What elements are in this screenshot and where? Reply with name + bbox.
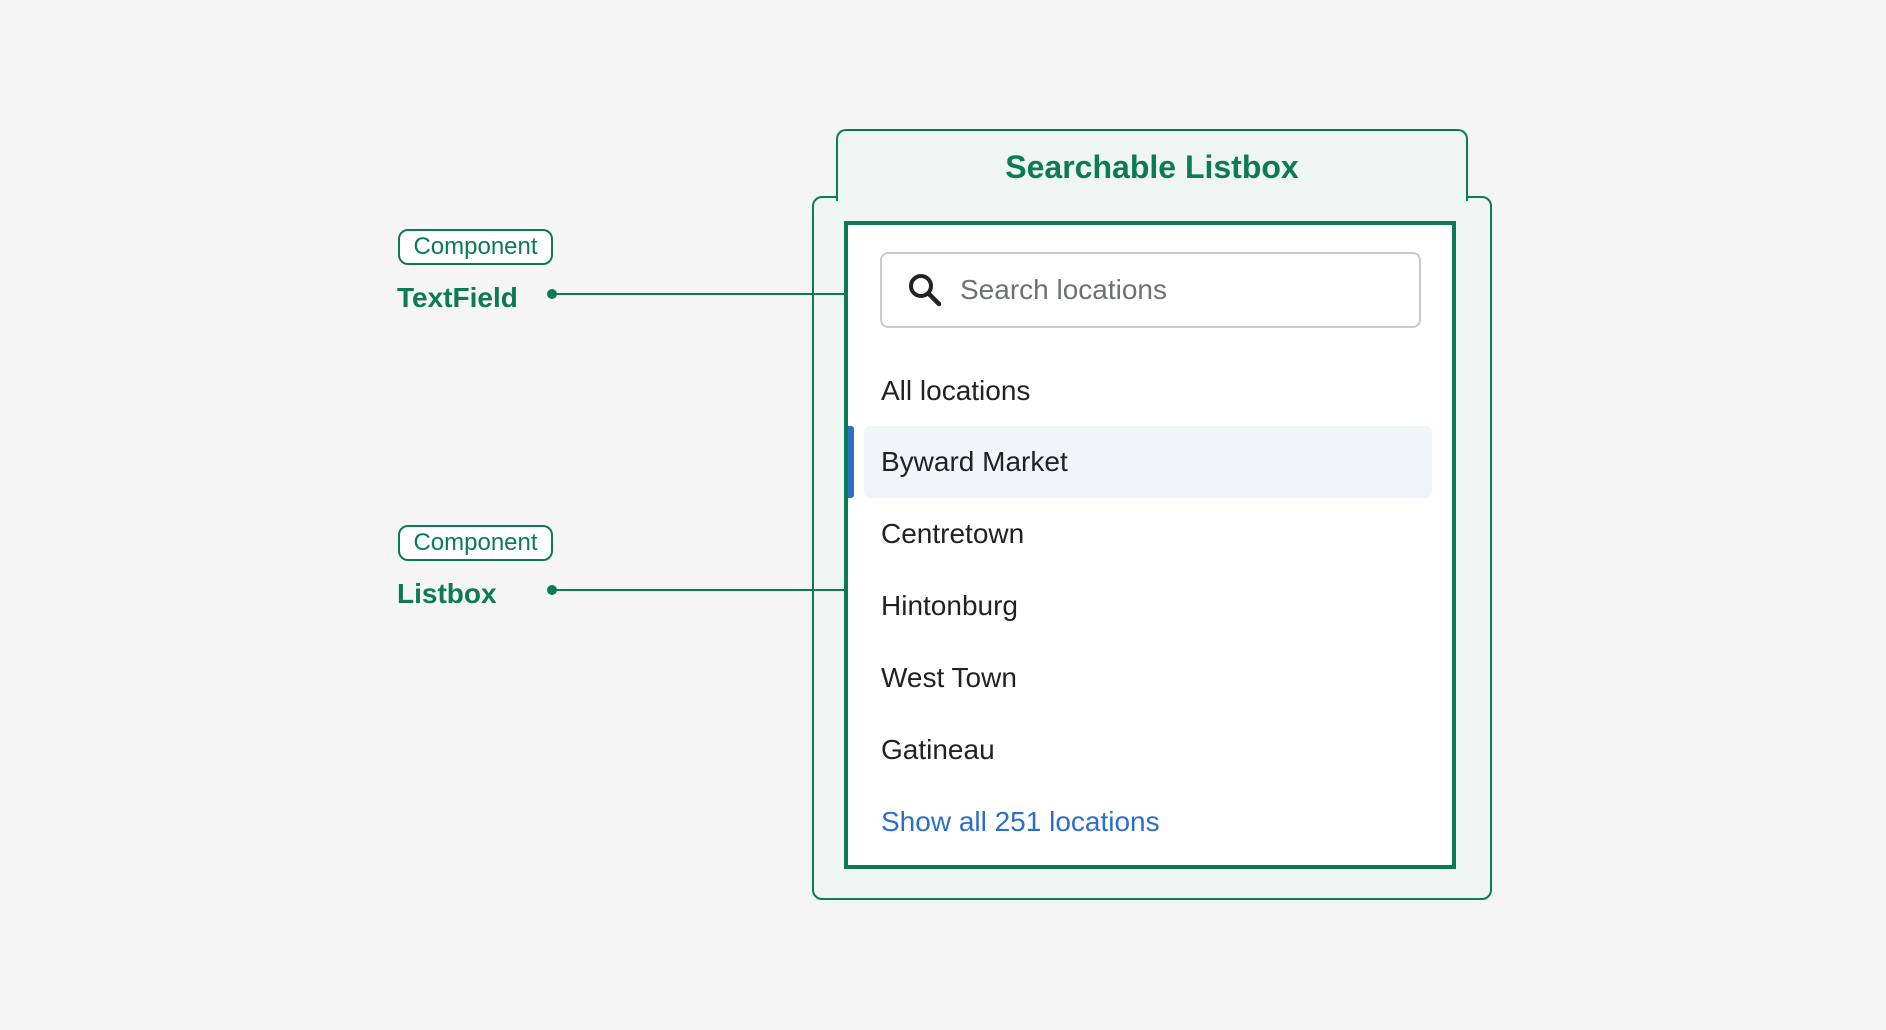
listbox-option-byward-market[interactable]: Byward Market <box>864 426 1432 498</box>
show-all-locations-link[interactable]: Show all 251 locations <box>881 805 1160 839</box>
listbox-option-west-town[interactable]: West Town <box>864 642 1432 714</box>
listbox-option-centretown[interactable]: Centretown <box>864 498 1432 570</box>
option-label: Byward Market <box>881 446 1068 477</box>
searchable-listbox-tab: Searchable Listbox <box>836 129 1468 201</box>
search-input[interactable]: Search locations <box>880 252 1421 328</box>
selected-option-indicator <box>848 426 854 498</box>
search-placeholder: Search locations <box>960 274 1168 305</box>
option-label: All locations <box>881 375 1031 406</box>
annotation-label-textfield: TextField <box>397 282 518 313</box>
listbox-option-all-locations[interactable]: All locations <box>864 355 1432 427</box>
diagram-canvas: Component TextField Component Listbox Se… <box>0 0 1886 1030</box>
connector-textfield <box>547 289 846 299</box>
component-badge-listbox: Component <box>398 525 553 561</box>
option-label: West Town <box>881 662 1017 693</box>
diagram-title: Searchable Listbox <box>1005 149 1299 185</box>
connector-listbox <box>547 585 846 595</box>
listbox-option-gatineau[interactable]: Gatineau <box>864 714 1432 786</box>
option-label: Gatineau <box>881 734 995 765</box>
listbox-option-hintonburg[interactable]: Hintonburg <box>864 570 1432 642</box>
option-label: Centretown <box>881 518 1025 549</box>
option-label: Hintonburg <box>881 590 1018 621</box>
annotation-label-listbox: Listbox <box>397 578 497 609</box>
component-badge-textfield: Component <box>398 229 553 265</box>
search-icon <box>909 274 942 307</box>
tab-joint <box>838 195 1466 201</box>
